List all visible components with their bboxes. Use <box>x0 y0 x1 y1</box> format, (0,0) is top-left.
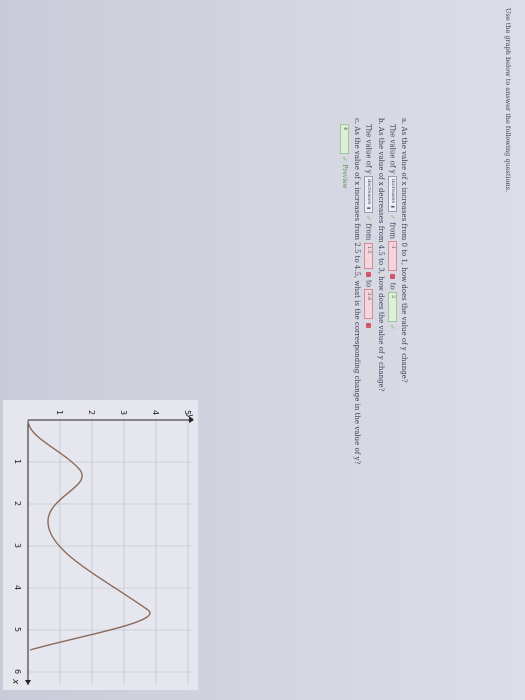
question-c-answer-input[interactable]: 4 <box>340 124 349 154</box>
y-tick-label: 3 <box>119 410 128 415</box>
question-b-to-label: to <box>364 280 373 288</box>
question-a-prompt: a. As the value of x increases from 0 to… <box>400 118 408 383</box>
question-b-answer-row: The value of y decreases ⬍ ✓ from 1.5 to… <box>363 124 373 329</box>
instructions: Use the graph below to answer the follow… <box>504 8 512 193</box>
question-b-prompt: b. As the value of x decreases from 4.5 … <box>377 118 385 392</box>
question-page: Use the graph below to answer the follow… <box>0 0 525 700</box>
question-a-select[interactable]: increases ⬍ <box>388 176 397 212</box>
x-tick-label: 4 <box>13 585 22 590</box>
question-c-prompt: c. As the value of x increases from 2.5 … <box>353 118 361 465</box>
x-tick-label: 1 <box>13 459 22 464</box>
y-tick-label: 1 <box>55 410 64 415</box>
question-a-label: The value of y <box>388 124 397 174</box>
function-graph: 123456 12345 y x <box>3 400 198 690</box>
question-a-from-input[interactable]: -1 <box>388 241 397 272</box>
x-tick-label: 3 <box>13 543 22 548</box>
incorrect-icon <box>390 274 395 280</box>
question-a-to-label: to <box>388 282 397 290</box>
question-b-from-input[interactable]: 1.5 <box>364 242 373 269</box>
x-tick-label: 6 <box>13 669 22 674</box>
screen: Use the graph below to answer the follow… <box>0 0 525 700</box>
y-axis-label: y <box>185 413 195 420</box>
question-a-answer-row: The value of y increases ⬍ ✓ from -1 to … <box>387 124 397 330</box>
incorrect-icon <box>366 271 371 277</box>
y-tick-label: 4 <box>151 410 160 415</box>
check-icon: ✓ <box>364 215 373 222</box>
check-icon: ✓ <box>388 214 397 220</box>
question-a-to-input[interactable]: 2 <box>388 291 397 322</box>
question-b-to-input[interactable]: 3.6 <box>364 289 373 320</box>
y-tick-label: 2 <box>87 410 96 415</box>
question-b-from-label: from <box>364 223 373 241</box>
question-a-from-label: from <box>388 222 397 239</box>
check-icon: ✓ <box>340 156 349 163</box>
graph-background <box>3 400 198 690</box>
incorrect-icon <box>366 322 371 328</box>
question-b-select[interactable]: decreases ⬍ <box>364 176 373 214</box>
question-b-label: The value of y <box>364 124 373 174</box>
check-icon: ✓ <box>388 324 397 331</box>
x-axis-label: x <box>10 678 20 685</box>
x-tick-label: 5 <box>13 627 22 632</box>
x-tick-label: 2 <box>13 501 22 506</box>
question-c-answer-row: 4 ✓ Preview <box>339 124 349 189</box>
preview-link[interactable]: Preview <box>341 164 348 188</box>
